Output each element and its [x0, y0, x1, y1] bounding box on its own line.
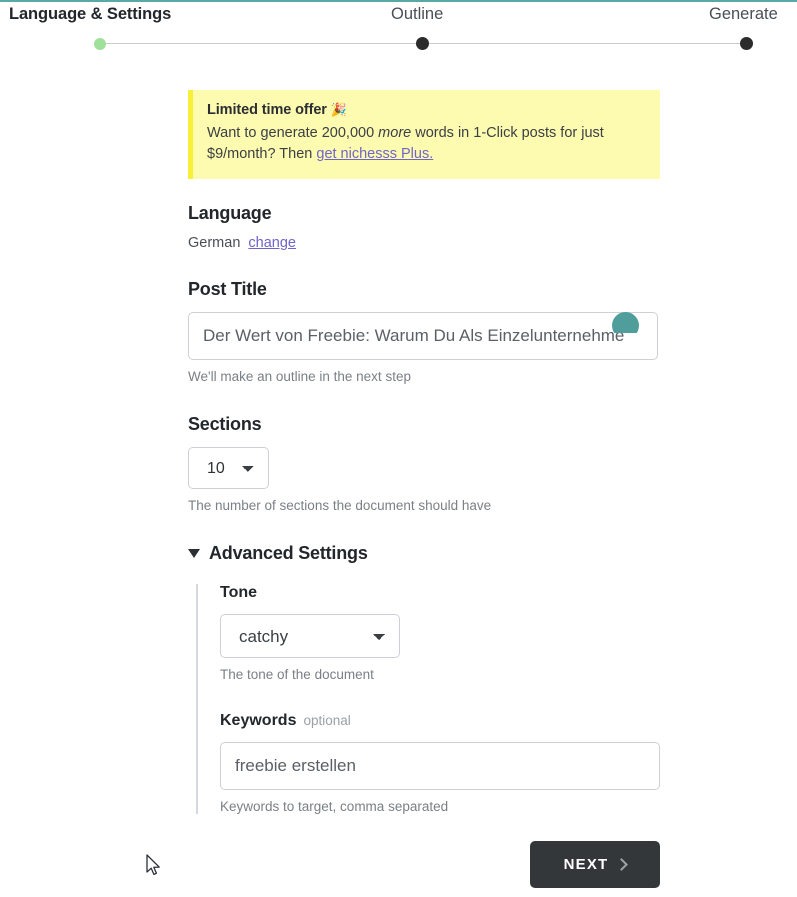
language-heading: Language [188, 203, 272, 224]
promo-body: Want to generate 200,000 more words in 1… [207, 123, 644, 165]
post-title-heading: Post Title [188, 279, 267, 300]
sections-block: Sections 10 The number of sections the d… [188, 414, 660, 513]
main-content: Limited time offer 🎉 Want to generate 20… [188, 90, 660, 815]
promo-title-row: Limited time offer 🎉 [207, 102, 644, 118]
step-label-generate[interactable]: Generate [709, 5, 778, 24]
advanced-settings-toggle[interactable]: Advanced Settings [188, 543, 368, 564]
tone-select[interactable]: catchy [220, 614, 400, 659]
step-dot-2[interactable] [416, 37, 429, 50]
wizard-stepper: Language & Settings Outline Generate [0, 0, 797, 62]
stepper-labels: Language & Settings Outline Generate [0, 5, 797, 29]
advanced-settings-title: Advanced Settings [209, 543, 368, 564]
promo-body-prefix: Want to generate 200,000 [207, 125, 379, 141]
sections-select[interactable]: 10 [188, 447, 269, 490]
advanced-settings-panel: Tone catchy The tone of the document Key… [196, 584, 660, 815]
mouse-cursor [146, 854, 160, 876]
party-popper-icon: 🎉 [330, 102, 347, 117]
triangle-down-icon [188, 549, 200, 559]
keywords-block: Keywords optional Keywords to target, com… [220, 712, 660, 814]
footer-actions: NEXT [530, 841, 660, 888]
promo-body-emphasis: more [378, 125, 412, 141]
sections-heading: Sections [188, 414, 262, 435]
keywords-optional-tag: optional [303, 713, 351, 729]
post-title-input[interactable] [188, 312, 658, 361]
keywords-hint: Keywords to target, comma separated [220, 799, 449, 815]
sections-hint: The number of sections the document shou… [188, 498, 492, 514]
language-change-link[interactable]: change [248, 235, 296, 251]
tone-hint: The tone of the document [220, 667, 374, 683]
promo-banner: Limited time offer 🎉 Want to generate 20… [188, 90, 660, 180]
next-button[interactable]: NEXT [530, 841, 660, 888]
language-row: German change [188, 235, 660, 251]
post-title-hint: We'll make an outline in the next step [188, 369, 411, 385]
chevron-right-icon [615, 857, 629, 871]
promo-title-text: Limited time offer [207, 102, 327, 118]
language-value: German [188, 235, 241, 252]
language-block: Language German change [188, 203, 660, 251]
keywords-label: Keywords [220, 712, 297, 730]
tone-label: Tone [220, 584, 258, 602]
step-dot-1[interactable] [94, 38, 106, 50]
step-label-outline[interactable]: Outline [391, 5, 443, 24]
next-button-label: NEXT [563, 856, 609, 873]
step-label-language-settings[interactable]: Language & Settings [9, 5, 171, 24]
keywords-label-row: Keywords optional [220, 712, 660, 730]
post-title-block: Post Title We'll make an outline in the … [188, 279, 660, 384]
promo-upgrade-link[interactable]: get nichesss Plus. [316, 146, 433, 162]
tone-block: Tone catchy The tone of the document [220, 584, 660, 682]
step-dot-3[interactable] [740, 37, 753, 50]
keywords-input[interactable] [220, 742, 660, 791]
